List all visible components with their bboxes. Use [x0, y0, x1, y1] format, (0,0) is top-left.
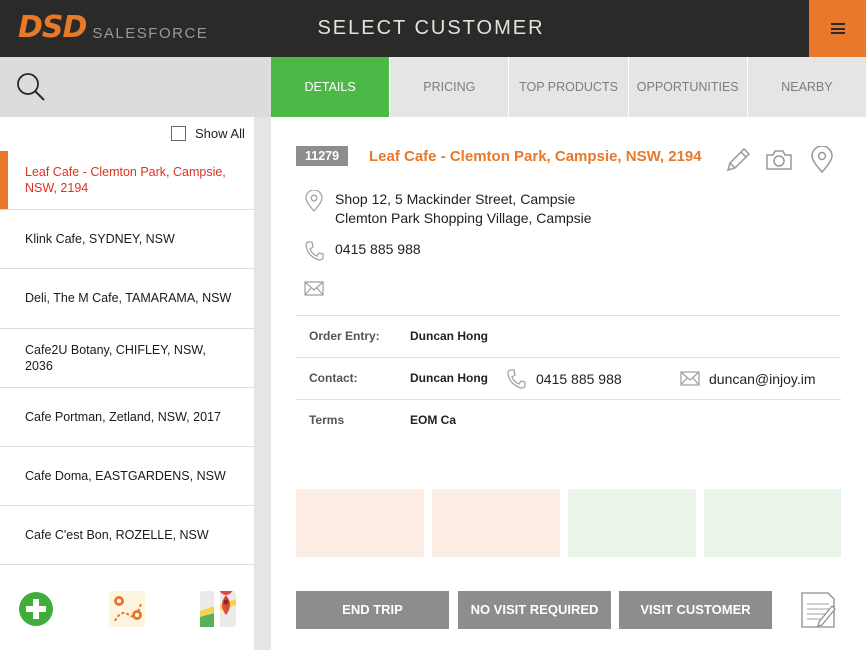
visit-customer-button[interactable]: VISIT CUSTOMER — [619, 591, 772, 629]
customer-name: Cafe Doma, EASTGARDENS, NSW — [25, 469, 226, 484]
customer-list: Leaf Cafe - Clemton Park, Campsie, NSW, … — [0, 151, 254, 566]
top-bar: DSD SALESFORCE SELECT CUSTOMER — [0, 0, 866, 57]
address-line-1: Shop 12, 5 Mackinder Street, Campsie — [335, 191, 576, 207]
phone-icon — [305, 241, 324, 261]
summary-tile[interactable] — [432, 489, 560, 557]
contact-email-icon — [680, 371, 700, 386]
order-entry-label: Order Entry: — [309, 329, 380, 343]
show-all-label: Show All — [195, 126, 245, 141]
search-bar — [0, 57, 271, 117]
add-customer-icon[interactable] — [18, 591, 54, 627]
contact-email[interactable]: duncan@injoy.im — [709, 371, 816, 387]
address-line-2: Clemton Park Shopping Village, Campsie — [335, 210, 592, 226]
customer-list-item[interactable]: Klink Cafe, SYDNEY, NSW — [0, 210, 254, 270]
contact-label: Contact: — [309, 371, 358, 385]
terms-label: Terms — [309, 413, 345, 427]
app: DSD SALESFORCE SELECT CUSTOMER DETAILS P… — [0, 0, 866, 650]
contact-row: Contact: Duncan Hong 0415 885 988 duncan… — [296, 357, 841, 399]
terms-row: Terms EOM Ca — [296, 399, 841, 441]
contact-name: Duncan Hong — [410, 371, 488, 385]
phone-text: 0415 885 988 — [335, 241, 421, 257]
show-all-checkbox[interactable] — [171, 126, 186, 141]
menu-button[interactable] — [809, 0, 866, 57]
show-all-row: Show All — [0, 117, 254, 151]
summary-tile[interactable] — [296, 489, 424, 557]
tab-top-products[interactable]: TOP PRODUCTS — [508, 57, 628, 117]
customer-title: Leaf Cafe - Clemton Park, Campsie, NSW, … — [369, 148, 702, 165]
customer-sidebar: Show All Leaf Cafe - Clemton Park, Camps… — [0, 117, 271, 650]
sidebar-scrollbar[interactable] — [254, 117, 271, 650]
google-maps-icon[interactable] — [200, 591, 236, 627]
logo-mark: DSD — [18, 10, 87, 45]
order-entry-value: Duncan Hong — [410, 329, 488, 343]
phone-row[interactable]: 0415 885 988 — [304, 240, 421, 262]
summary-tiles — [296, 489, 841, 557]
summary-tile[interactable] — [704, 489, 841, 557]
tab-pricing[interactable]: PRICING — [389, 57, 509, 117]
contact-phone-icon — [507, 369, 526, 389]
customer-name: Cafe C'est Bon, ROZELLE, NSW — [25, 528, 209, 543]
customer-name: Cafe2U Botany, CHIFLEY, NSW, 2036 — [25, 342, 206, 373]
notes-icon[interactable] — [799, 590, 837, 630]
contact-phone[interactable]: 0415 885 988 — [536, 371, 622, 387]
email-icon — [304, 281, 324, 296]
tab-opportunities[interactable]: OPPORTUNITIES — [627, 57, 747, 117]
customer-list-item[interactable]: Leaf Cafe - Clemton Park, Campsie, NSW, … — [0, 151, 254, 211]
hamburger-icon — [830, 23, 845, 34]
order-entry-row: Order Entry: Duncan Hong — [296, 315, 841, 357]
customer-list-item[interactable]: Cafe2U Botany, CHIFLEY, NSW, 2036 — [0, 329, 254, 388]
address-text: Shop 12, 5 Mackinder Street, Campsie Cle… — [335, 190, 592, 228]
account-number-badge: 11279 — [296, 146, 349, 166]
customer-list-item[interactable]: Cafe C'est Bon, ROZELLE, NSW — [0, 506, 254, 566]
tab-nearby[interactable]: NEARBY — [746, 57, 866, 117]
email-row[interactable] — [304, 278, 335, 300]
route-map-icon[interactable] — [109, 591, 145, 627]
address-pin-icon — [305, 190, 323, 212]
customer-name: Klink Cafe, SYDNEY, NSW — [25, 232, 175, 247]
tab-details[interactable]: DETAILS — [271, 57, 390, 117]
sidebar-actions — [0, 565, 254, 650]
end-trip-button[interactable]: END TRIP — [296, 591, 449, 629]
customer-name: Deli, The M Cafe, TAMARAMA, NSW — [25, 291, 232, 306]
customer-list-item[interactable]: Cafe Portman, Zetland, NSW, 2017 — [0, 388, 254, 447]
page-title: SELECT CUSTOMER — [317, 17, 545, 39]
logo-subtitle: SALESFORCE — [92, 25, 209, 42]
summary-tile[interactable] — [568, 489, 696, 557]
terms-value: EOM Ca — [410, 413, 457, 427]
address-row: Shop 12, 5 Mackinder Street, Campsie Cle… — [304, 190, 592, 228]
customer-list-item[interactable]: Cafe Doma, EASTGARDENS, NSW — [0, 447, 254, 507]
customer-name: Cafe Portman, Zetland, NSW, 2017 — [25, 409, 221, 424]
customer-detail: 11279 Leaf Cafe - Clemton Park, Campsie,… — [271, 117, 866, 650]
camera-icon[interactable] — [765, 146, 793, 174]
customer-list-item[interactable]: Deli, The M Cafe, TAMARAMA, NSW — [0, 269, 254, 329]
detail-tabs: DETAILS PRICING TOP PRODUCTS OPPORTUNITI… — [271, 57, 866, 117]
edit-icon[interactable] — [724, 146, 752, 174]
location-pin-icon[interactable] — [808, 146, 836, 174]
customer-name: Leaf Cafe - Clemton Park, Campsie, NSW, … — [25, 165, 226, 196]
logo: DSD SALESFORCE — [18, 13, 208, 43]
no-visit-required-button[interactable]: NO VISIT REQUIRED — [458, 591, 611, 629]
search-icon[interactable] — [16, 72, 46, 102]
